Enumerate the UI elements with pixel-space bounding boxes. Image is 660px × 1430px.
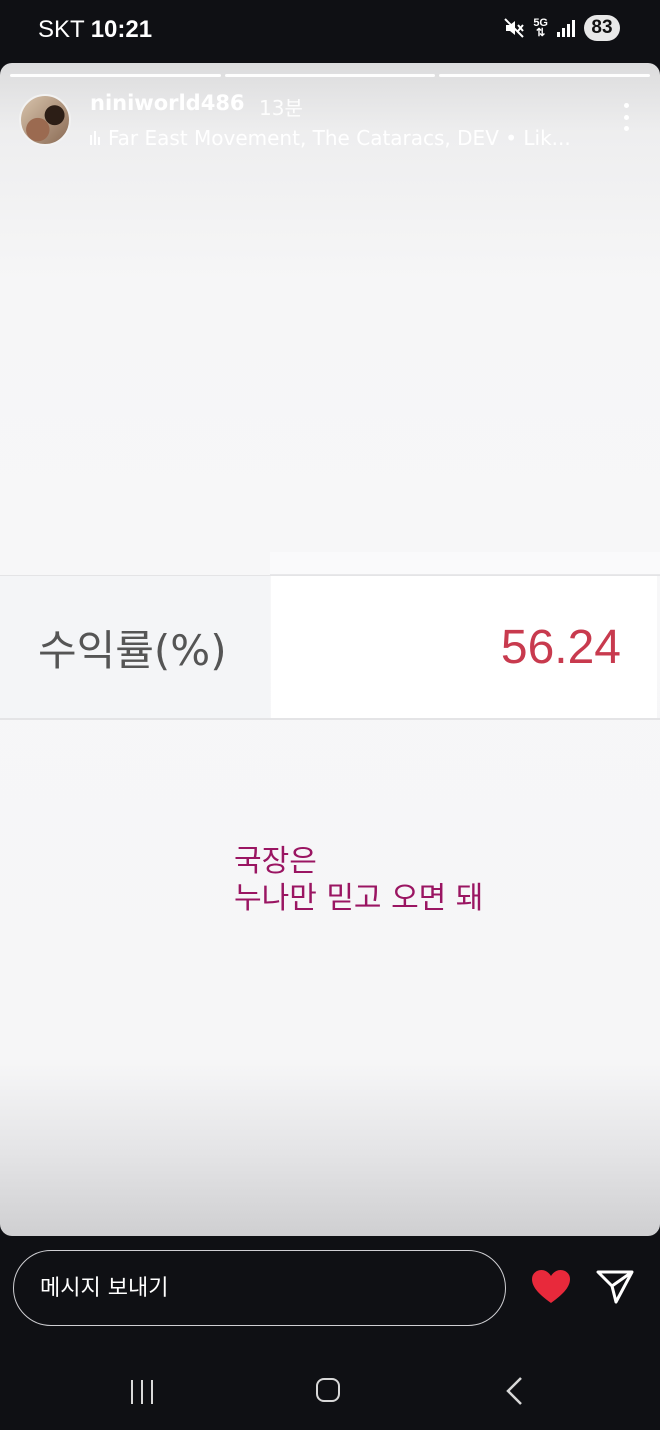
story-progress — [10, 74, 651, 77]
mute-icon — [504, 18, 525, 38]
heart-icon[interactable] — [531, 1269, 571, 1305]
system-nav-bar — [0, 1366, 660, 1416]
username[interactable]: niniworld486 — [90, 91, 245, 115]
more-icon[interactable] — [622, 103, 630, 131]
data-arrows-icon: ⇅ — [536, 27, 546, 39]
return-rate-label: 수익률(%) — [0, 576, 270, 718]
signal-icon — [557, 20, 575, 37]
story-caption: 국장은 누나만 믿고 오면 돼 — [234, 844, 484, 916]
music-attribution[interactable]: Far East Movement, The Cataracs, DEV • L… — [90, 126, 571, 150]
story-viewer[interactable]: niniworld486 13분 Far East Movement, The … — [0, 63, 660, 1236]
battery-indicator: 83 — [584, 15, 620, 41]
progress-segment — [224, 74, 436, 77]
message-input[interactable] — [13, 1250, 506, 1326]
time-ago: 13분 — [259, 96, 303, 120]
status-icons: 5G ⇅ 83 — [503, 15, 620, 41]
return-rate-row: 수익률(%) 56.24 — [0, 575, 660, 720]
home-icon[interactable] — [316, 1378, 340, 1402]
recent-apps-icon[interactable] — [131, 1380, 153, 1404]
music-icon — [90, 131, 100, 145]
progress-segment — [439, 74, 651, 77]
progress-segment — [10, 74, 221, 77]
send-icon[interactable] — [596, 1269, 634, 1305]
carrier-label: SKT — [38, 16, 85, 43]
music-label: Far East Movement, The Cataracs, DEV • L… — [108, 126, 571, 150]
table-top-row — [270, 552, 660, 575]
back-icon[interactable] — [505, 1376, 525, 1406]
avatar[interactable] — [19, 94, 71, 146]
5g-icon: 5G ⇅ — [533, 18, 548, 39]
status-bar: SKT 10:21 5G ⇅ 83 — [0, 0, 660, 62]
status-carrier-time: SKT 10:21 — [38, 16, 152, 44]
reply-bar — [0, 1236, 660, 1430]
return-rate-value: 56.24 — [271, 576, 657, 718]
clock: 10:21 — [90, 16, 153, 43]
